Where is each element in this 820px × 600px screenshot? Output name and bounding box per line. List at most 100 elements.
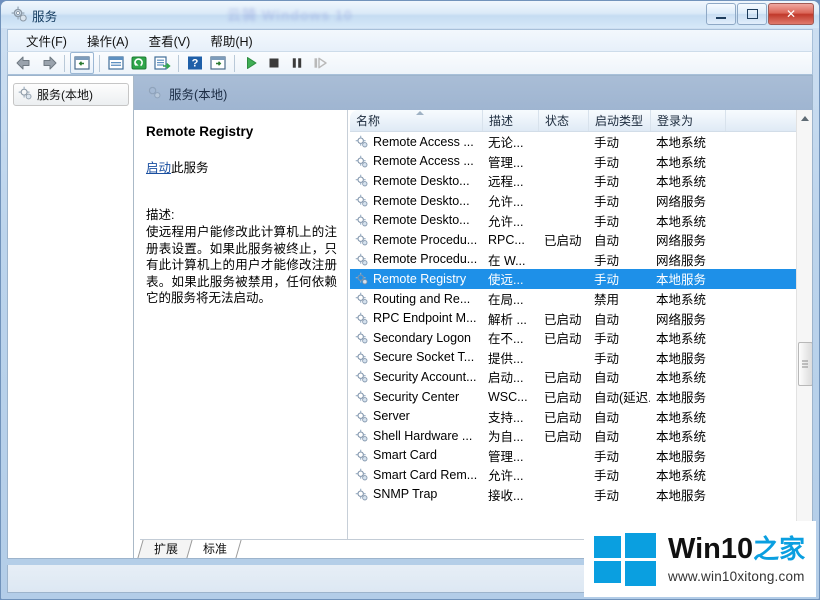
column-spacer[interactable] <box>725 110 796 131</box>
table-row[interactable]: Server 支持... 已启动 自动 本地系统 <box>350 406 796 426</box>
table-row[interactable]: Remote Access ... 管理... 手动 本地系统 <box>350 152 796 172</box>
cell-name: Remote Access ... <box>350 135 482 149</box>
restart-service-button[interactable] <box>309 53 331 73</box>
cell-desc: 为自... <box>488 430 524 445</box>
export-list-button[interactable] <box>151 53 173 73</box>
cell-status: 已启动 <box>544 430 582 445</box>
cell-name: Security Account... <box>350 370 482 384</box>
cell-name: Secondary Logon <box>350 331 482 345</box>
start-service-link[interactable]: 启动 <box>146 161 171 175</box>
results-pane-title: 服务(本地) <box>169 87 228 102</box>
cell-desc: 在不... <box>488 332 524 347</box>
table-row[interactable]: Remote Procedu... RPC... 已启动 自动 网络服务 <box>350 230 796 250</box>
show-hide-tree-button[interactable] <box>70 52 94 74</box>
start-service-button[interactable] <box>240 53 262 73</box>
cell-startup: 手动 <box>594 175 620 190</box>
column-name[interactable]: 名称 <box>350 110 482 131</box>
back-button[interactable] <box>14 53 36 73</box>
cell-logon: 本地系统 <box>656 175 707 190</box>
cell-startup: 手动 <box>594 332 620 347</box>
cell-startup: 手动 <box>594 195 620 210</box>
table-row[interactable]: Secure Socket T... 提供... 手动 本地服务 <box>350 348 796 368</box>
detail-description-text: 使远程用户能修改此计算机上的注册表设置。如果此服务被终止，只有此计算机上的用户才… <box>146 225 337 305</box>
toolbar-separator-4 <box>234 54 235 72</box>
minimize-button[interactable] <box>706 3 736 25</box>
cell-startup: 手动 <box>594 469 620 484</box>
table-row[interactable]: Smart Card Rem... 允许... 手动 本地系统 <box>350 465 796 485</box>
column-description[interactable]: 描述 <box>482 110 538 131</box>
detail-service-name: Remote Registry <box>146 124 254 139</box>
cell-logon: 网络服务 <box>656 234 707 249</box>
cell-startup: 自动(延迟... <box>594 391 650 406</box>
service-name-text: Remote Registry <box>373 271 467 286</box>
service-gear-icon <box>355 370 368 383</box>
tab-standard[interactable]: 标准 <box>186 540 242 558</box>
cell-startup: 自动 <box>594 410 620 425</box>
column-logon-as[interactable]: 登录为 <box>650 110 725 131</box>
service-name-text: Security Center <box>373 389 460 404</box>
list-header: 名称 描述 状态 启动类型 登录为 <box>350 110 796 132</box>
table-row[interactable]: Remote Access ... 无论... 手动 本地系统 <box>350 132 796 152</box>
pause-service-button[interactable] <box>286 53 308 73</box>
table-row[interactable]: Remote Registry 使远... 手动 本地服务 <box>350 269 796 289</box>
properties-button[interactable] <box>105 53 127 73</box>
column-startup-type-label: 启动类型 <box>595 114 644 128</box>
table-row[interactable]: SNMP Trap 接收... 手动 本地服务 <box>350 485 796 505</box>
scroll-up-arrow[interactable] <box>797 110 812 127</box>
service-name-text: Smart Card Rem... <box>373 467 478 482</box>
table-row[interactable]: Remote Procedu... 在 W... 手动 网络服务 <box>350 250 796 270</box>
table-row[interactable]: Security Center WSC... 已启动自动(延迟... 本地服务 <box>350 387 796 407</box>
tree-node-services-local[interactable]: 服务(本地) <box>13 83 129 106</box>
table-row[interactable]: Remote Deskto... 远程... 手动 本地系统 <box>350 171 796 191</box>
cell-name: Remote Deskto... <box>350 194 482 208</box>
table-row[interactable]: Secondary Logon 在不... 已启动 手动 本地系统 <box>350 328 796 348</box>
cell-desc: 支持... <box>488 410 524 425</box>
cell-name: Routing and Re... <box>350 292 482 306</box>
menu-view[interactable]: 查看(V) <box>139 29 201 52</box>
cell-startup: 手动 <box>594 488 620 503</box>
cell-desc: WSC... <box>488 389 528 404</box>
cell-desc: 在局... <box>488 293 524 308</box>
table-row[interactable]: Remote Deskto... 允许... 手动 网络服务 <box>350 191 796 211</box>
help-button[interactable]: ? <box>184 53 206 73</box>
refresh-button[interactable] <box>128 53 150 73</box>
forward-button[interactable] <box>37 53 59 73</box>
table-row[interactable]: Security Account... 启动... 已启动 自动 本地系统 <box>350 367 796 387</box>
column-status[interactable]: 状态 <box>538 110 588 131</box>
services-gear-icon <box>18 86 32 103</box>
cell-logon: 本地系统 <box>656 332 707 347</box>
table-row[interactable]: Shell Hardware ... 为自... 已启动 自动 本地系统 <box>350 426 796 446</box>
cell-desc: 无论... <box>488 136 524 151</box>
services-window-root: 服务 云骑 Windows 10 ✕ 文件(F) 操作(A) 查看(V) 帮助(… <box>0 0 820 600</box>
cell-logon: 本地系统 <box>656 136 707 151</box>
show-details-button[interactable] <box>207 53 229 73</box>
scrollbar-thumb[interactable] <box>798 342 812 386</box>
cell-name: Remote Deskto... <box>350 174 482 188</box>
stop-service-button[interactable] <box>263 53 285 73</box>
cell-name: Server <box>350 409 482 423</box>
table-row[interactable]: Smart Card 管理... 手动 本地服务 <box>350 446 796 466</box>
table-row[interactable]: RPC Endpoint M... 解析 ... 已启动 自动 网络服务 <box>350 308 796 328</box>
menu-help[interactable]: 帮助(H) <box>200 29 262 52</box>
cell-startup: 手动 <box>594 351 620 366</box>
service-gear-icon <box>355 351 368 364</box>
menu-file[interactable]: 文件(F) <box>16 29 77 52</box>
cell-name: Smart Card Rem... <box>350 468 482 482</box>
menu-action[interactable]: 操作(A) <box>77 29 139 52</box>
cell-desc: 管理... <box>488 155 524 170</box>
table-row[interactable]: Remote Deskto... 允许... 手动 本地系统 <box>350 210 796 230</box>
service-gear-icon <box>355 488 368 501</box>
cell-desc: 管理... <box>488 449 524 464</box>
cell-startup: 禁用 <box>594 293 620 308</box>
list-vertical-scrollbar[interactable] <box>796 110 812 558</box>
maximize-button[interactable] <box>737 3 767 25</box>
table-row[interactable]: Routing and Re... 在局... 禁用 本地系统 <box>350 289 796 309</box>
service-gear-icon <box>355 253 368 266</box>
tab-extended[interactable]: 扩展 <box>137 540 193 558</box>
column-startup-type[interactable]: 启动类型 <box>588 110 650 131</box>
close-button[interactable]: ✕ <box>768 3 814 25</box>
service-detail-pane: Remote Registry 启动此服务 描述: 使远程用户能修改此计算机上的… <box>134 110 348 558</box>
cell-name: Shell Hardware ... <box>350 429 482 443</box>
watermark-brand: Win10之家 <box>668 534 805 564</box>
start-service-suffix: 此服务 <box>171 161 209 175</box>
